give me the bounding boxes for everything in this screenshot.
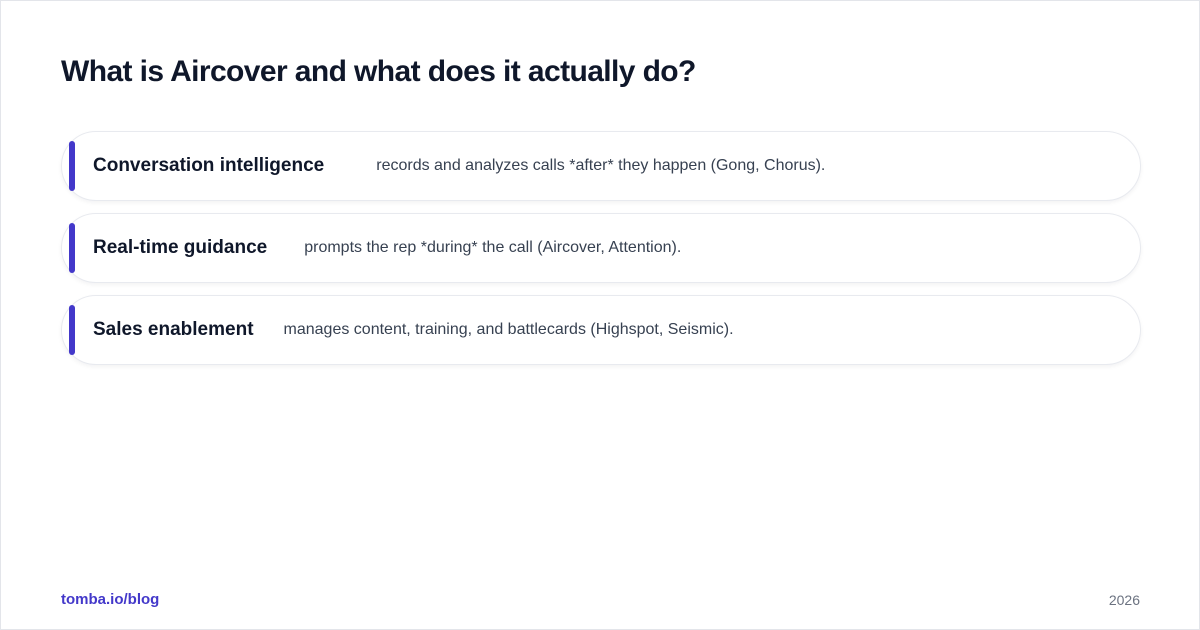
page-title: What is Aircover and what does it actual… [61,55,696,88]
definition-row-sales-enablement: Sales enablement manages content, traini… [61,295,1141,365]
definition-list: Conversation intelligence records and an… [61,131,1141,377]
definition-row-real-time-guidance: Real-time guidance prompts the rep *duri… [61,213,1141,283]
accent-bar [69,141,75,191]
definition-term: Sales enablement [93,319,254,340]
blog-link[interactable]: tomba.io/blog [61,591,159,608]
accent-bar [69,305,75,355]
accent-bar [69,223,75,273]
definition-description: manages content, training, and battlecar… [283,321,734,338]
definition-row-conversation-intelligence: Conversation intelligence records and an… [61,131,1141,201]
definition-term: Real-time guidance [93,237,268,258]
definition-description: records and analyzes calls *after* they … [376,157,826,174]
footer-year: 2026 [1108,592,1140,608]
definition-description: prompts the rep *during* the call (Airco… [304,239,682,256]
definition-term: Conversation intelligence [93,155,325,176]
blog-card: What is Aircover and what does it actual… [0,0,1200,630]
